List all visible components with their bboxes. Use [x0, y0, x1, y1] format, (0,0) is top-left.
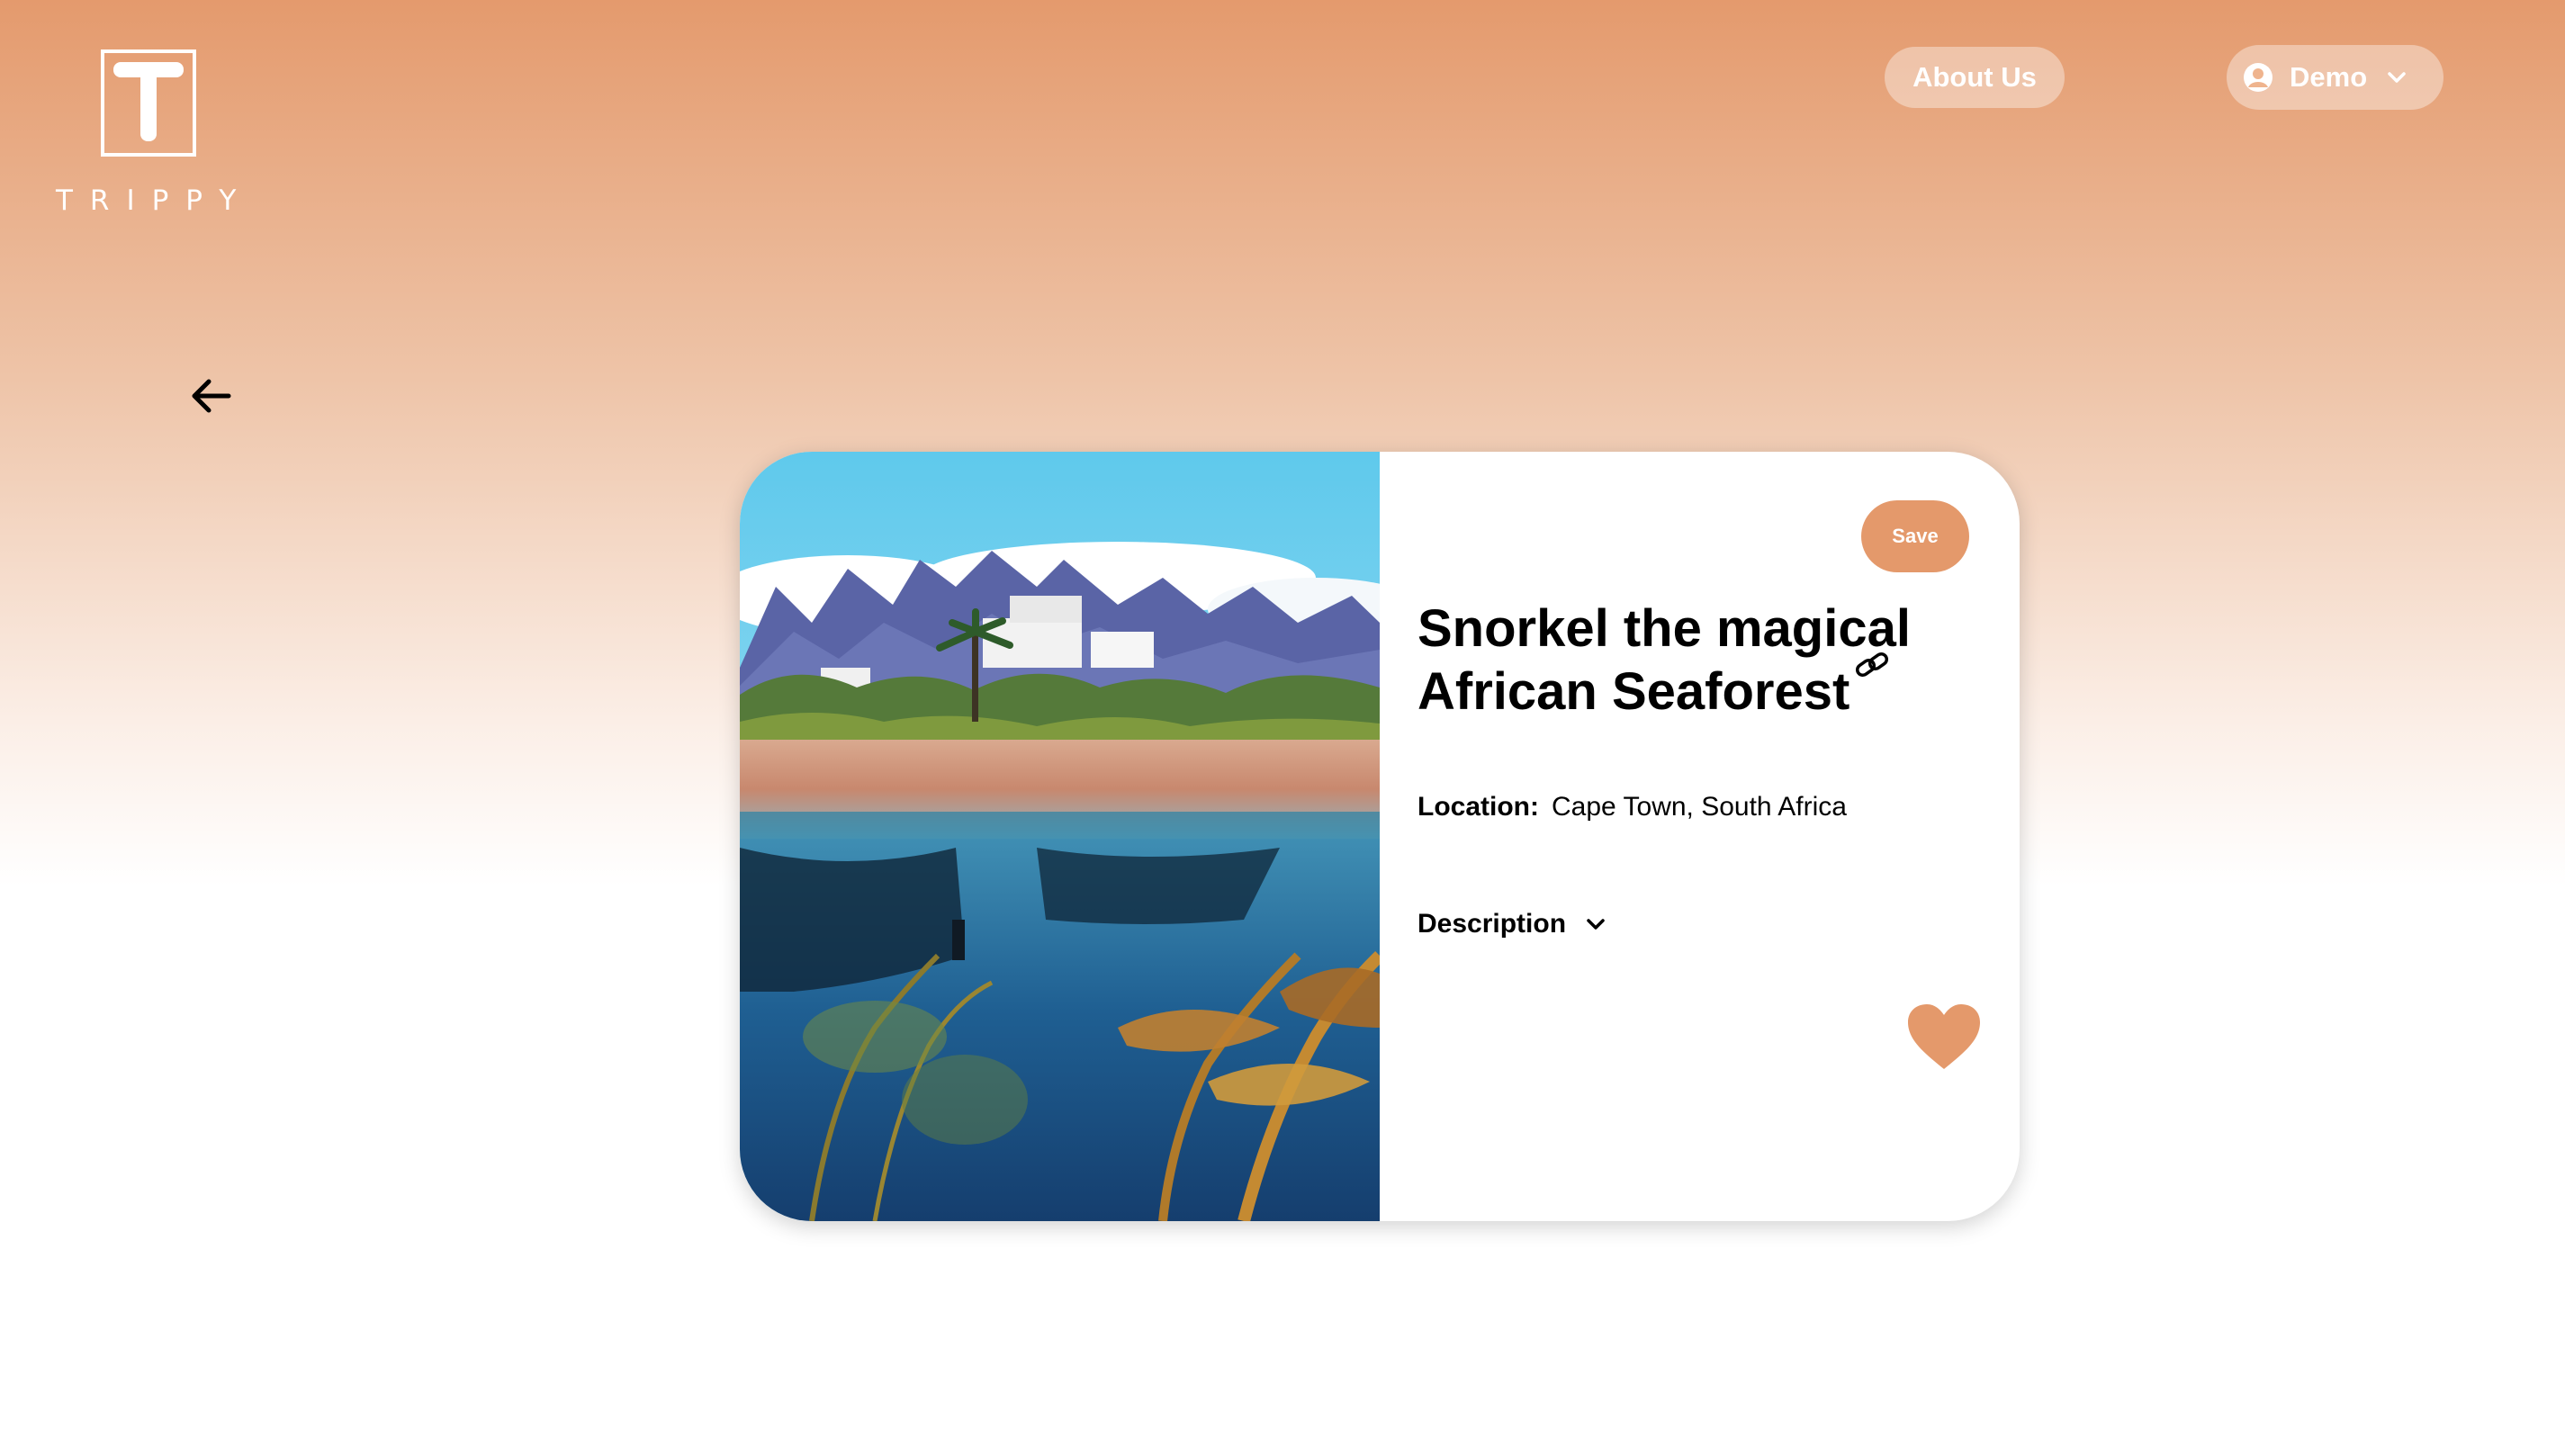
activity-title: Snorkel the magical African Seaforest	[1418, 598, 1940, 724]
link-icon[interactable]	[1853, 648, 1893, 684]
activity-title-text: Snorkel the magical African Seaforest	[1418, 599, 1911, 721]
arrow-left-icon[interactable]	[189, 376, 234, 416]
activity-card: Save Snorkel the magical African Seafore…	[740, 452, 2020, 1221]
logo-wordmark: TRIPPY	[56, 184, 254, 217]
location-value: Cape Town, South Africa	[1552, 792, 1847, 822]
activity-location: Location: Cape Town, South Africa	[1418, 792, 1847, 822]
logo-mark	[101, 49, 196, 157]
trippy-logo[interactable]: TRIPPY	[56, 49, 254, 220]
user-menu-label: Demo	[2290, 61, 2368, 93]
user-circle-icon	[2244, 63, 2272, 92]
chevron-down-icon	[1587, 919, 1605, 930]
chevron-down-icon	[2388, 72, 2406, 83]
activity-photo	[740, 452, 1380, 1221]
description-label: Description	[1418, 909, 1567, 939]
about-us-button[interactable]: About Us	[1885, 47, 2065, 108]
save-button[interactable]: Save	[1861, 500, 1969, 572]
description-toggle[interactable]: Description	[1418, 909, 1607, 939]
user-menu-button[interactable]: Demo	[2227, 45, 2444, 110]
heart-icon[interactable]	[1906, 1002, 1982, 1071]
location-label: Location:	[1418, 792, 1539, 822]
